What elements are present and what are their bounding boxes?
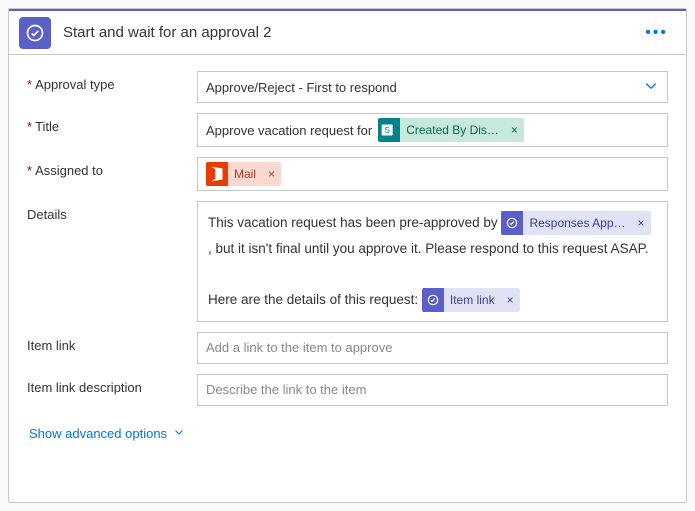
row-title: *Title Approve vacation request for S Cr…: [27, 113, 668, 147]
details-text-3: Here are the details of this request:: [208, 292, 418, 307]
item-link-desc-placeholder: Describe the link to the item: [206, 382, 366, 397]
approval-token-icon: [422, 288, 444, 312]
token-remove-button[interactable]: ×: [262, 167, 281, 181]
approval-type-value: Approve/Reject - First to respond: [206, 80, 397, 95]
token-mail[interactable]: Mail ×: [206, 162, 281, 186]
approval-icon: [19, 17, 51, 49]
approval-type-select[interactable]: Approve/Reject - First to respond: [197, 71, 668, 103]
label-approval-type: *Approval type: [27, 71, 197, 92]
item-link-input[interactable]: Add a link to the item to approve: [197, 332, 668, 364]
label-item-link: Item link: [27, 332, 197, 353]
assigned-to-input[interactable]: Mail ×: [197, 157, 668, 191]
item-link-placeholder: Add a link to the item to approve: [206, 340, 392, 355]
label-title: *Title: [27, 113, 197, 134]
label-assigned-to: *Assigned to: [27, 157, 197, 178]
chevron-down-icon: [643, 78, 659, 97]
office-icon: [206, 162, 228, 186]
card-title: Start and wait for an approval 2: [63, 24, 625, 41]
details-text-2: , but it isn't final until you approve i…: [208, 241, 649, 256]
item-link-desc-input[interactable]: Describe the link to the item: [197, 374, 668, 406]
label-item-link-desc: Item link description: [27, 374, 197, 395]
svg-text:S: S: [385, 126, 391, 135]
advanced-options-label: Show advanced options: [29, 426, 167, 441]
details-input[interactable]: This vacation request has been pre-appro…: [197, 201, 668, 322]
row-assigned-to: *Assigned to Mail ×: [27, 157, 668, 191]
token-remove-button[interactable]: ×: [501, 289, 520, 312]
token-remove-button[interactable]: ×: [505, 123, 524, 137]
row-item-link: Item link Add a link to the item to appr…: [27, 332, 668, 364]
token-created-by[interactable]: S Created By Dis… ×: [378, 118, 524, 142]
row-approval-type: *Approval type Approve/Reject - First to…: [27, 71, 668, 103]
token-label: Item link: [444, 289, 501, 312]
row-item-link-desc: Item link description Describe the link …: [27, 374, 668, 406]
approval-token-icon: [501, 211, 523, 235]
token-item-link[interactable]: Item link ×: [422, 288, 520, 312]
token-remove-button[interactable]: ×: [632, 212, 651, 235]
token-label: Created By Dis…: [400, 123, 505, 137]
sharepoint-icon: S: [378, 118, 400, 142]
title-text: Approve vacation request for: [206, 123, 372, 138]
token-label: Responses App…: [523, 212, 631, 235]
token-label: Mail: [228, 167, 262, 181]
card-header: Start and wait for an approval 2 •••: [9, 9, 686, 55]
chevron-down-icon: [173, 426, 185, 441]
token-responses-app[interactable]: Responses App… ×: [501, 211, 650, 235]
more-options-button[interactable]: •••: [637, 20, 676, 46]
label-details: Details: [27, 201, 197, 222]
details-text-1: This vacation request has been pre-appro…: [208, 215, 501, 230]
row-details: Details This vacation request has been p…: [27, 201, 668, 322]
approval-action-card: Start and wait for an approval 2 ••• *Ap…: [8, 8, 687, 503]
card-body: *Approval type Approve/Reject - First to…: [9, 55, 686, 502]
title-input[interactable]: Approve vacation request for S Created B…: [197, 113, 668, 147]
show-advanced-options-button[interactable]: Show advanced options: [27, 416, 187, 441]
